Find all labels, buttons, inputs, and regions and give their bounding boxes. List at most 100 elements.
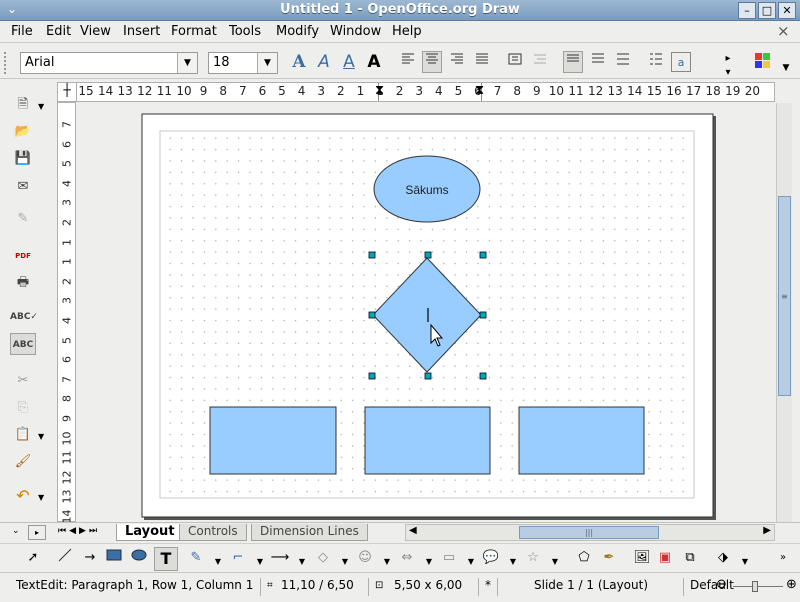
zoom-slider[interactable]	[733, 586, 783, 587]
menu-insert[interactable]: Insert	[123, 24, 160, 39]
scroll-thumb[interactable]: ≡	[778, 196, 791, 396]
scroll-thumb[interactable]: |||	[519, 526, 659, 539]
select-arrow-icon[interactable]: ➚	[23, 548, 43, 568]
toolbar-overflow-icon[interactable]: ▸ ▾	[718, 52, 738, 78]
extrusion-icon[interactable]: ⧉	[680, 548, 700, 568]
spacing-15-icon[interactable]	[588, 52, 608, 72]
spacing-2-icon[interactable]	[613, 52, 633, 72]
chevron-down-icon[interactable]: ▼	[257, 53, 277, 73]
block-arrows-icon[interactable]: ⇔	[397, 548, 417, 568]
stars-icon[interactable]: ☆	[523, 548, 543, 568]
line-arrow-icon[interactable]: →	[80, 548, 100, 568]
save-icon[interactable]: 💾	[10, 148, 36, 170]
flowchart-icon[interactable]: ▭	[439, 548, 459, 568]
align-left-icon[interactable]	[398, 52, 418, 72]
maximize-icon[interactable]: □	[758, 2, 776, 19]
zoom-out-icon[interactable]: ⊖	[716, 577, 727, 592]
close-icon[interactable]: ✕	[778, 2, 796, 19]
glue-points-icon[interactable]: ✒	[599, 548, 619, 568]
process-rect-2[interactable]	[364, 406, 491, 475]
drawing-svg[interactable]: Sākums	[78, 103, 776, 522]
open-icon[interactable]: 📂	[10, 121, 36, 143]
rectangle-icon[interactable]	[104, 548, 124, 568]
chevron-down-icon[interactable]: ▼	[776, 58, 796, 78]
zoom-in-icon[interactable]: ⊕	[786, 577, 797, 592]
chevron-down-icon[interactable]: ▼	[38, 432, 44, 441]
ruler-corner[interactable]: ┼	[58, 83, 77, 101]
selection-handle[interactable]	[368, 251, 376, 259]
chevron-down-icon[interactable]: ▼	[545, 552, 565, 572]
spellcheck-icon[interactable]: ABC✓	[10, 306, 38, 328]
horizontal-ruler[interactable]: ┼ 15 14 13 12 11 10 9 8 7 6 5 4 3 2 1 1 2 3 4 5 6 7 8 9 10 11 12 13…	[57, 82, 775, 102]
selection-handle[interactable]	[479, 311, 487, 319]
chevron-down-icon[interactable]: ⌄	[12, 526, 20, 536]
tab-navigation-icon[interactable]: ⏮◀▶⏭	[58, 526, 100, 536]
selection-handle[interactable]	[424, 372, 432, 380]
scroll-right-icon[interactable]: ▶	[763, 525, 771, 536]
vertical-scrollbar[interactable]: ≡	[776, 103, 792, 522]
curve-icon[interactable]: ✎	[186, 548, 206, 568]
zoom-slider-handle[interactable]	[752, 581, 758, 592]
scroll-tab-icon[interactable]: ▸	[28, 525, 46, 540]
chevron-down-icon[interactable]: ▼	[292, 552, 312, 572]
close-document-icon[interactable]: ×	[777, 22, 790, 40]
gallery-icon[interactable]: ▣	[655, 548, 675, 568]
spacing-1-icon[interactable]	[563, 51, 583, 73]
menu-edit[interactable]: Edit	[46, 24, 71, 39]
indent-marker-icon[interactable]: ⧗	[475, 83, 484, 98]
paste-icon[interactable]: 📋	[10, 424, 36, 446]
process-rect-3[interactable]	[518, 406, 645, 475]
new-document-icon[interactable]: 🗎	[10, 94, 36, 116]
menu-help[interactable]: Help	[392, 24, 422, 39]
menu-tools[interactable]: Tools	[229, 24, 261, 39]
callouts-icon[interactable]: 💬	[481, 548, 501, 568]
menu-window[interactable]: Window	[330, 24, 381, 39]
tab-dimension-lines[interactable]: Dimension Lines	[251, 524, 368, 541]
selection-handle[interactable]	[479, 372, 487, 380]
status-modified[interactable]: *	[485, 578, 491, 592]
selection-handle[interactable]	[368, 311, 376, 319]
minimize-icon[interactable]: –	[738, 2, 756, 19]
email-icon[interactable]: ✉	[10, 176, 36, 198]
font-size-combo[interactable]: 18 ▼	[208, 52, 278, 74]
export-pdf-icon[interactable]: PDF	[10, 245, 36, 267]
ellipse-label[interactable]: Sākums	[405, 183, 448, 197]
tab-controls[interactable]: Controls	[179, 524, 247, 541]
fontwork-outline-icon[interactable]: A	[289, 52, 309, 72]
chevron-down-icon[interactable]: ▼	[735, 552, 755, 572]
chevron-down-icon[interactable]: ▼	[419, 552, 439, 572]
toolbar-grip[interactable]	[4, 52, 14, 74]
list-icon[interactable]	[646, 52, 666, 72]
toolbar-overflow-icon[interactable]: »	[773, 548, 793, 568]
chevron-down-icon[interactable]: ▼	[250, 552, 270, 572]
numbering-icon[interactable]	[530, 52, 550, 72]
text-icon[interactable]: T	[154, 547, 178, 571]
align-center-icon[interactable]	[422, 51, 442, 73]
selection-handle[interactable]	[368, 372, 376, 380]
menu-view[interactable]: View	[80, 24, 111, 39]
undo-icon[interactable]: ↶	[10, 485, 36, 507]
process-rect-1[interactable]	[209, 406, 337, 475]
bullets-icon[interactable]	[505, 52, 525, 72]
font-name-combo[interactable]: Arial ▼	[20, 52, 198, 74]
from-file-icon[interactable]: 🖼	[632, 548, 652, 568]
lines-arrows-icon[interactable]: ⟶	[270, 548, 290, 568]
connector-icon[interactable]: ⌐	[228, 548, 248, 568]
line-icon[interactable]	[55, 548, 75, 568]
align-objects-icon[interactable]: ⬗	[713, 548, 733, 568]
drawing-canvas[interactable]: Sākums	[78, 103, 776, 522]
copy-icon[interactable]: ⎘	[10, 397, 36, 419]
ellipse-icon[interactable]	[129, 548, 149, 568]
chevron-down-icon[interactable]: ▼	[335, 552, 355, 572]
horizontal-scrollbar[interactable]: ◀ ||| ▶	[405, 524, 775, 541]
italic-icon[interactable]: A	[314, 52, 334, 72]
menu-modify[interactable]: Modify	[276, 24, 319, 39]
shadow-icon[interactable]: A	[364, 52, 384, 72]
symbol-shapes-icon[interactable]: ☺	[355, 548, 375, 568]
points-icon[interactable]: ⬠	[574, 548, 594, 568]
chevron-down-icon[interactable]: ▼	[461, 552, 481, 572]
chevron-down-icon[interactable]: ▼	[177, 53, 197, 73]
menu-file[interactable]: File	[11, 24, 33, 39]
character-icon[interactable]: a	[671, 52, 691, 72]
chevron-down-icon[interactable]: ▼	[377, 552, 397, 572]
